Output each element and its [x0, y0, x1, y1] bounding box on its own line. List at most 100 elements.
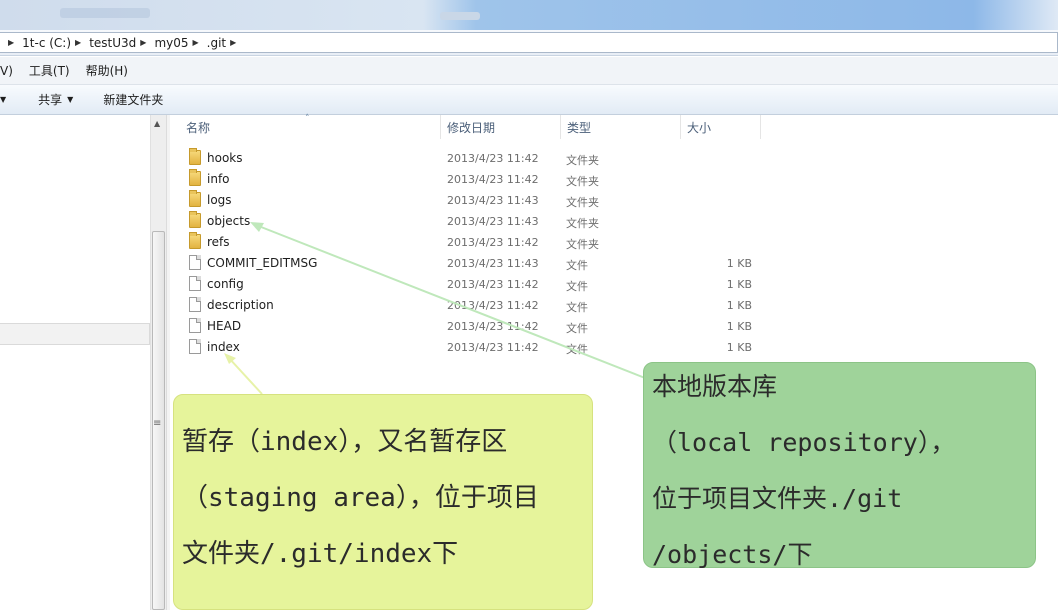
- file-name: HEAD: [207, 319, 242, 333]
- callout-line: 位于项目文件夹./git: [652, 484, 903, 513]
- folder-icon: [189, 169, 201, 186]
- file-type: 文件: [566, 280, 588, 293]
- file-date: 2013/4/23 11:42: [447, 278, 539, 291]
- new-folder-button[interactable]: 新建文件夹: [103, 91, 163, 108]
- breadcrumb[interactable]: ▶ 1t-c (C:) ▶ testU3d ▶ my05 ▶ .git ▶: [0, 32, 1058, 53]
- address-bar: ▶ 1t-c (C:) ▶ testU3d ▶ my05 ▶ .git ▶: [0, 30, 1058, 56]
- file-row-refs[interactable]: refs 2013/4/23 11:42 文件夹: [180, 232, 780, 253]
- file-icon: [189, 255, 201, 270]
- staging-area-callout: 暂存（index），又名暂存区 （staging area），位于项目 文件夹/…: [173, 394, 593, 610]
- breadcrumb-item[interactable]: .git ▶: [207, 36, 245, 50]
- file-date: 2013/4/23 11:42: [447, 299, 539, 312]
- column-header-date[interactable]: 修改日期: [441, 115, 561, 139]
- local-repository-callout: 本地版本库 （local repository）， 位于项目文件夹./git /…: [643, 362, 1036, 569]
- breadcrumb-separator[interactable]: ▶: [4, 38, 22, 47]
- command-toolbar: ▼ 共享 ▼ 新建文件夹: [0, 85, 1058, 115]
- file-row-head[interactable]: HEAD 2013/4/23 11:42 文件 1 KB: [180, 316, 780, 337]
- file-size: 1 KB: [726, 257, 752, 270]
- file-row-index[interactable]: index 2013/4/23 11:42 文件 1 KB: [180, 337, 780, 358]
- title-blur: [440, 12, 480, 20]
- share-label: 共享: [38, 93, 63, 107]
- file-type: 文件夹: [566, 196, 599, 209]
- file-row-logs[interactable]: logs 2013/4/23 11:43 文件夹: [180, 190, 780, 211]
- folder-icon: [189, 211, 201, 228]
- callout-line: /objects/下: [652, 540, 813, 569]
- file-size: 1 KB: [726, 278, 752, 291]
- chevron-right-icon[interactable]: ▶: [140, 38, 146, 47]
- file-row-config[interactable]: config 2013/4/23 11:42 文件 1 KB: [180, 274, 780, 295]
- file-date: 2013/4/23 11:42: [447, 320, 539, 333]
- nav-scrollbar[interactable]: ▲: [150, 115, 166, 610]
- breadcrumb-item[interactable]: testU3d ▶: [89, 36, 154, 50]
- file-date: 2013/4/23 11:43: [447, 257, 539, 270]
- file-name: config: [207, 277, 244, 291]
- column-header-type[interactable]: 类型: [561, 115, 681, 139]
- file-size: 1 KB: [726, 320, 752, 333]
- file-type: 文件夹: [566, 217, 599, 230]
- file-date: 2013/4/23 11:42: [447, 173, 539, 186]
- file-size: 1 KB: [726, 299, 752, 312]
- file-type: 文件: [566, 259, 588, 272]
- nav-selected-item[interactable]: [0, 323, 150, 345]
- file-name: logs: [207, 193, 232, 207]
- file-row-hooks[interactable]: hooks 2013/4/23 11:42 文件夹: [180, 148, 780, 169]
- menu-item-help[interactable]: 帮助(H): [86, 62, 128, 79]
- file-icon: [189, 297, 201, 312]
- file-type: 文件: [566, 322, 588, 335]
- file-date: 2013/4/23 11:42: [447, 341, 539, 354]
- splitter-grip-icon[interactable]: ≡: [153, 418, 161, 429]
- file-type: 文件: [566, 343, 588, 356]
- pane-splitter[interactable]: ≡: [153, 115, 170, 610]
- window-titlebar: [0, 0, 1058, 30]
- share-button[interactable]: 共享 ▼: [38, 91, 73, 108]
- file-row-commit-editmsg[interactable]: COMMIT_EDITMSG 2013/4/23 11:43 文件 1 KB: [180, 253, 780, 274]
- breadcrumb-item[interactable]: my05 ▶: [154, 36, 206, 50]
- callout-line: 本地版本库: [652, 372, 778, 401]
- column-header-name[interactable]: 名称: [180, 115, 441, 139]
- file-type: 文件夹: [566, 238, 599, 251]
- folder-icon: [189, 190, 201, 207]
- file-date: 2013/4/23 11:42: [447, 152, 539, 165]
- menu-item-view[interactable]: V): [0, 64, 13, 78]
- file-type: 文件夹: [566, 154, 599, 167]
- title-blur: [60, 8, 150, 18]
- chevron-down-icon: ▼: [67, 95, 74, 104]
- file-type: 文件: [566, 301, 588, 314]
- callout-line: 文件夹/.git/index下: [182, 539, 459, 569]
- callout-line: 暂存（index），又名暂存区: [182, 427, 508, 457]
- file-row-info[interactable]: info 2013/4/23 11:42 文件夹: [180, 169, 780, 190]
- menu-item-tools[interactable]: 工具(T): [29, 62, 70, 79]
- organize-dropdown-caret[interactable]: ▼: [0, 95, 6, 104]
- file-date: 2013/4/23 11:42: [447, 236, 539, 249]
- chevron-right-icon[interactable]: ▶: [193, 38, 199, 47]
- file-type: 文件夹: [566, 175, 599, 188]
- folder-icon: [189, 232, 201, 249]
- file-name: info: [207, 172, 230, 186]
- callout-line: （local repository），: [652, 428, 956, 457]
- chevron-down-icon: ▼: [0, 95, 7, 104]
- breadcrumb-item[interactable]: 1t-c (C:) ▶: [22, 36, 89, 50]
- folder-icon: [189, 148, 201, 165]
- file-row-objects[interactable]: objects 2013/4/23 11:43 文件夹: [180, 211, 780, 232]
- file-name: COMMIT_EDITMSG: [207, 256, 318, 270]
- file-icon: [189, 339, 201, 354]
- file-row-description[interactable]: description 2013/4/23 11:42 文件 1 KB: [180, 295, 780, 316]
- file-name: objects: [207, 214, 251, 228]
- staging-arrow-line: [227, 356, 263, 395]
- file-name: index: [207, 340, 240, 354]
- file-date: 2013/4/23 11:43: [447, 215, 539, 228]
- file-icon: [189, 276, 201, 291]
- chevron-right-icon[interactable]: ▶: [230, 38, 236, 47]
- file-date: 2013/4/23 11:43: [447, 194, 539, 207]
- file-name: refs: [207, 235, 230, 249]
- navigation-pane[interactable]: [0, 115, 150, 610]
- scroll-up-icon[interactable]: ▲: [154, 119, 160, 128]
- column-header-size[interactable]: 大小: [681, 115, 761, 139]
- sort-ascending-icon: ˄: [305, 114, 310, 124]
- menu-bar: V) 工具(T) 帮助(H): [0, 57, 1058, 85]
- file-size: 1 KB: [726, 341, 752, 354]
- callout-line: （staging area），位于项目: [182, 483, 539, 513]
- file-name: description: [207, 298, 274, 312]
- chevron-right-icon[interactable]: ▶: [75, 38, 81, 47]
- file-name: hooks: [207, 151, 243, 165]
